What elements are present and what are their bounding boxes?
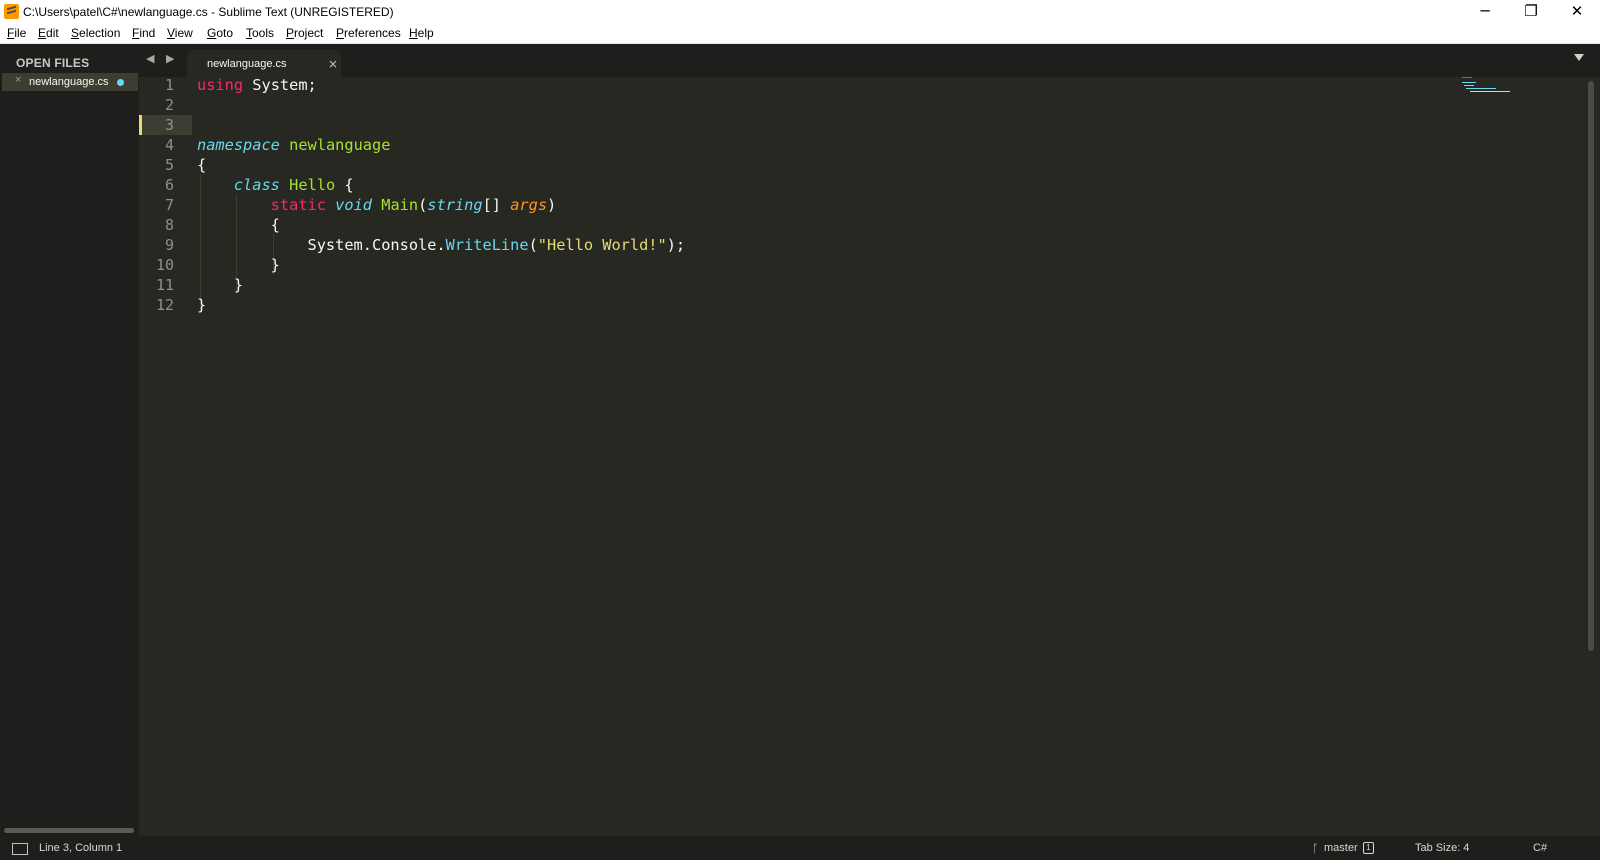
syntax-indicator[interactable]: C#	[1533, 842, 1547, 854]
code-line[interactable]: System.Console.WriteLine("Hello World!")…	[197, 235, 686, 255]
panel-toggle-icon[interactable]	[12, 843, 28, 855]
code-token: {	[335, 176, 354, 194]
tab-close-icon[interactable]: ×	[328, 57, 338, 71]
code-token: {	[197, 216, 280, 234]
line-number: 6	[164, 176, 174, 194]
code-line[interactable]: class Hello {	[197, 175, 354, 195]
line-number: 11	[155, 276, 174, 294]
menu-edit[interactable]: Edit	[38, 26, 59, 40]
status-bar: Line 3, Column 1 ᚴ master 1 Tab Size: 4 …	[0, 836, 1600, 860]
git-changes-badge: 1	[1363, 842, 1374, 854]
line-number: 2	[164, 96, 174, 114]
menu-preferences[interactable]: Preferences	[336, 26, 401, 40]
sidebar: OPEN FILES × newlanguage.cs	[0, 44, 139, 836]
vertical-scrollbar[interactable]	[1588, 81, 1594, 651]
menu-find[interactable]: Find	[132, 26, 155, 40]
code-token: void	[335, 196, 373, 214]
sublime-logo-icon	[4, 4, 19, 19]
git-branch-name[interactable]: master	[1324, 842, 1358, 854]
code-line[interactable]: {	[197, 155, 206, 175]
line-number: 1	[164, 76, 174, 94]
line-number: 9	[164, 236, 174, 254]
tab-nav-arrows-icon[interactable]: ◀ ▶	[146, 52, 178, 65]
line-number: 12	[155, 296, 174, 314]
code-token: string	[427, 196, 483, 214]
line-number: 7	[164, 196, 174, 214]
code-token: System;	[243, 76, 317, 94]
code-token: }	[197, 256, 280, 274]
code-token: {	[197, 156, 207, 174]
cursor-position[interactable]: Line 3, Column 1	[39, 842, 122, 854]
tab-label: newlanguage.cs	[207, 58, 287, 70]
code-token: static	[270, 196, 326, 214]
code-token: WriteLine	[445, 236, 529, 254]
line-number-gutter: 1 2 3 4 5 6 7 8 9 10 11 12	[139, 76, 189, 836]
line-number: 3	[164, 116, 174, 134]
line-number: 8	[164, 216, 174, 234]
code-token: }	[197, 276, 244, 294]
menu-file[interactable]: File	[7, 26, 26, 40]
minimap[interactable]	[1462, 77, 1562, 107]
window-title: C:\Users\patel\C#\newlanguage.cs - Subli…	[23, 5, 394, 19]
modified-dot-icon	[117, 79, 124, 86]
minimize-button[interactable]: ─	[1462, 0, 1508, 24]
code-line[interactable]: namespace newlanguage	[197, 135, 390, 155]
line-number: 4	[164, 136, 174, 154]
code-token: class	[233, 176, 280, 194]
code-token: "Hello World!"	[537, 236, 667, 254]
menu-help[interactable]: Help	[409, 26, 434, 40]
sidebar-file-label: newlanguage.cs	[29, 76, 109, 88]
git-branch-icon: ᚴ	[1312, 842, 1319, 855]
code-token: Main	[381, 196, 419, 214]
sidebar-scrollbar[interactable]	[4, 828, 134, 833]
close-file-icon[interactable]: ×	[15, 74, 21, 86]
menu-bar: File Edit Selection Find View Goto Tools…	[0, 24, 1600, 44]
code-token: Hello	[289, 176, 336, 194]
code-token: );	[666, 236, 686, 254]
code-token: (	[528, 236, 538, 254]
open-files-heading: OPEN FILES	[16, 56, 90, 70]
title-bar: C:\Users\patel\C#\newlanguage.cs - Subli…	[0, 0, 1600, 24]
code-token: }	[197, 296, 207, 314]
tab-newlanguage[interactable]: newlanguage.cs ×	[187, 50, 341, 77]
menu-tools[interactable]: Tools	[246, 26, 274, 40]
code-editor[interactable]: 1 2 3 4 5 6 7 8 9 10 11 12 using System; namespace n…	[139, 75, 1600, 836]
menu-view[interactable]: View	[167, 26, 193, 40]
code-token: System.Console.	[197, 236, 446, 254]
code-line[interactable]: static void Main(string[] args)	[197, 195, 557, 215]
code-line[interactable]: using System;	[197, 75, 317, 95]
close-window-button[interactable]: ✕	[1554, 0, 1600, 24]
code-line[interactable]: }	[197, 275, 243, 295]
tab-dropdown-icon[interactable]	[1574, 54, 1584, 61]
menu-goto[interactable]: Goto	[207, 26, 233, 40]
restore-button[interactable]: ❐	[1508, 0, 1554, 24]
line-number: 10	[155, 256, 174, 274]
code-token: )	[547, 196, 557, 214]
menu-selection[interactable]: Selection	[71, 26, 120, 40]
code-token: newlanguage	[289, 136, 391, 154]
sidebar-file-newlanguage[interactable]: × newlanguage.cs	[2, 73, 138, 91]
tab-bar: ◀ ▶ newlanguage.cs ×	[139, 44, 1600, 77]
code-token: using	[197, 76, 244, 94]
menu-project[interactable]: Project	[286, 26, 323, 40]
code-token: (	[418, 196, 428, 214]
code-token: []	[482, 196, 511, 214]
code-token: args	[510, 196, 548, 214]
code-line[interactable]: {	[197, 215, 280, 235]
code-token: namespace	[197, 136, 280, 154]
code-line[interactable]: }	[197, 255, 280, 275]
tab-size-indicator[interactable]: Tab Size: 4	[1415, 842, 1469, 854]
code-line[interactable]: }	[197, 295, 206, 315]
line-number: 5	[164, 156, 174, 174]
